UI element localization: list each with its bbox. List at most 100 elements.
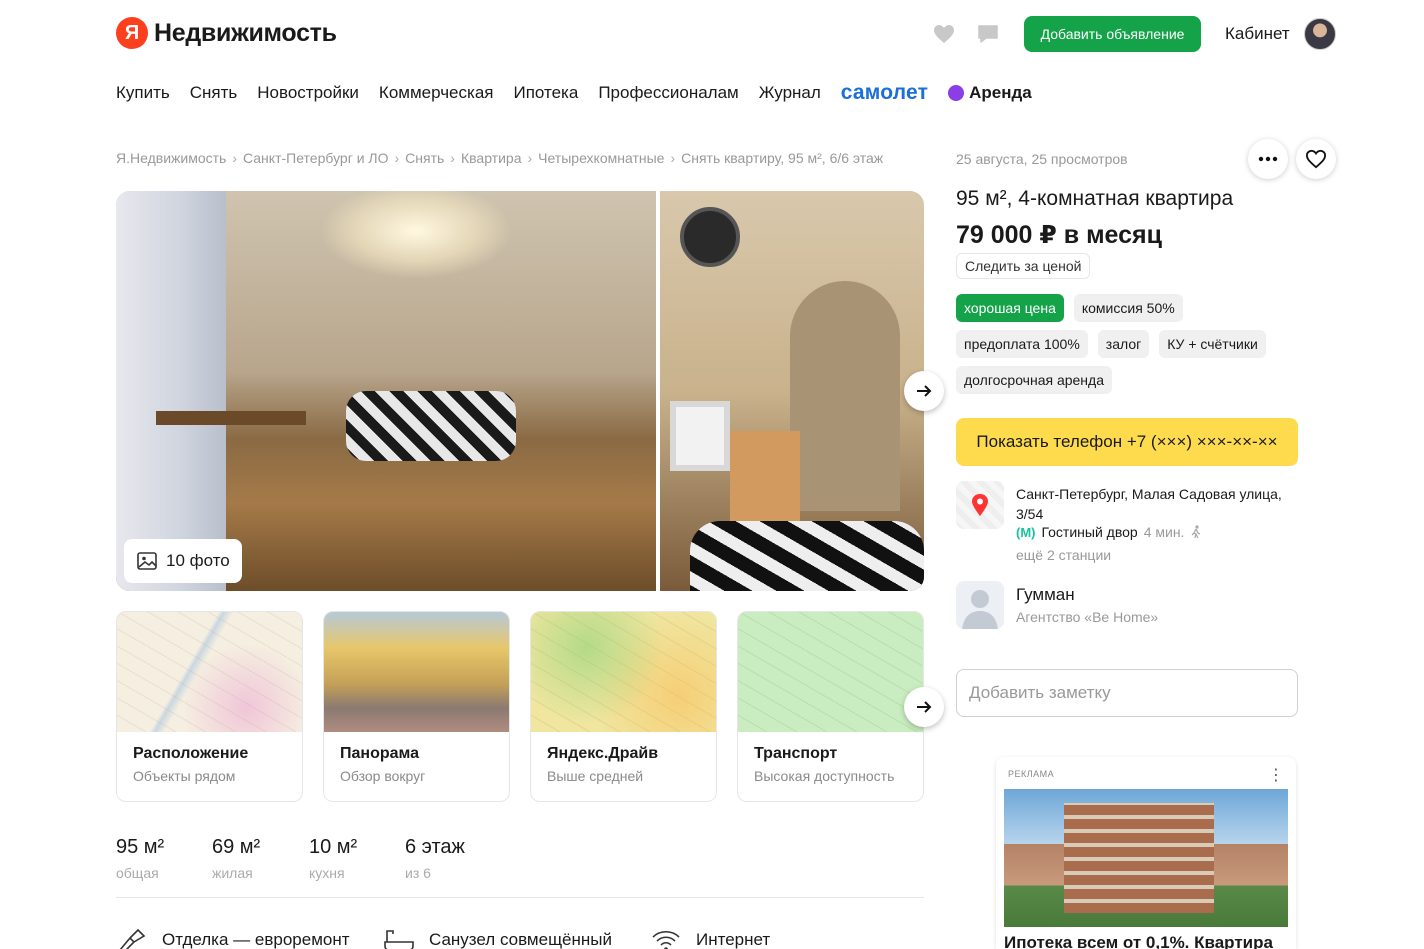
more-options-button[interactable] bbox=[1248, 139, 1288, 179]
tags-list: хорошая цена комиссия 50% предоплата 100… bbox=[956, 294, 1296, 394]
arrow-right-icon bbox=[917, 385, 932, 397]
feature-label: Отделка — евроремонт bbox=[162, 930, 350, 949]
table bbox=[156, 411, 306, 425]
map-thumbnail bbox=[738, 612, 923, 732]
map-thumbnail bbox=[117, 612, 302, 732]
divider bbox=[116, 897, 924, 898]
breadcrumb: Я.Недвижимость › Санкт-Петербург и ЛО › Сн… bbox=[116, 150, 884, 166]
add-note-input[interactable]: Добавить заметку bbox=[956, 669, 1298, 717]
more-dots-icon bbox=[1258, 156, 1278, 162]
heart-icon bbox=[1305, 149, 1327, 169]
spec-total-area: 95 м² общая bbox=[116, 836, 164, 881]
user-avatar[interactable] bbox=[1304, 18, 1336, 50]
photo-count-label: 10 фото bbox=[166, 551, 230, 570]
gallery-next-button[interactable] bbox=[904, 371, 944, 411]
agent-name[interactable]: Гумман bbox=[1016, 585, 1075, 605]
nav-item-journal[interactable]: Журнал bbox=[759, 83, 821, 103]
arch-doorway bbox=[790, 281, 900, 511]
second-photo[interactable] bbox=[660, 191, 924, 591]
sofa bbox=[346, 391, 516, 461]
tag-utilities: КУ + счётчики bbox=[1159, 330, 1266, 358]
add-listing-button[interactable]: Добавить объявление bbox=[1024, 16, 1201, 52]
ad-menu-icon[interactable]: ⋮ bbox=[1268, 765, 1284, 785]
spec-value: 6 этаж bbox=[405, 836, 465, 858]
cabinet-link[interactable]: Кабинет bbox=[1225, 24, 1290, 44]
feature-label: Интернет bbox=[696, 930, 771, 949]
nav-item-mortgage[interactable]: Ипотека bbox=[513, 83, 578, 103]
metro-info: (M) Гостиный двор 4 мин. bbox=[1016, 524, 1202, 540]
nav-item-arenda[interactable]: Аренда bbox=[948, 83, 1032, 103]
spec-label: кухня bbox=[309, 865, 345, 881]
breadcrumb-item[interactable]: Снять bbox=[405, 150, 444, 166]
agent-organization[interactable]: Агентство «Be Home» bbox=[1016, 609, 1158, 625]
logo-text: Недвижимость bbox=[154, 18, 337, 47]
breadcrumb-item[interactable]: Санкт-Петербург и ЛО bbox=[243, 150, 388, 166]
tag-commission: комиссия 50% bbox=[1073, 294, 1183, 322]
metro-station: Гостиный двор bbox=[1041, 524, 1138, 540]
card-subtitle: Объекты рядом bbox=[133, 768, 236, 784]
cards-next-button[interactable] bbox=[904, 687, 944, 727]
favorite-button[interactable] bbox=[1296, 139, 1336, 179]
nav-item-new-buildings[interactable]: Новостройки bbox=[257, 83, 359, 103]
spec-label: жилая bbox=[212, 865, 253, 881]
walking-icon bbox=[1191, 525, 1201, 539]
card-panorama[interactable]: Панорама Обзор вокруг bbox=[323, 611, 510, 802]
card-subtitle: Выше средней bbox=[547, 768, 644, 784]
tag-prepayment: предоплата 100% bbox=[956, 330, 1088, 358]
blanket bbox=[690, 521, 924, 591]
nav-item-samolet[interactable]: самолет bbox=[841, 81, 928, 105]
metro-icon: (M) bbox=[1016, 524, 1036, 540]
card-subtitle: Обзор вокруг bbox=[340, 768, 426, 784]
tag-long-term: долгосрочная аренда bbox=[956, 366, 1112, 394]
main-nav: Купить Снять Новостройки Коммерческая Ип… bbox=[116, 81, 1032, 105]
user-silhouette-icon bbox=[962, 590, 998, 629]
nav-item-rent[interactable]: Снять bbox=[190, 83, 238, 103]
map-thumbnail bbox=[531, 612, 716, 732]
map-pin-icon bbox=[972, 494, 988, 516]
spec-living-area: 69 м² жилая bbox=[212, 836, 260, 881]
follow-price-button[interactable]: Следить за ценой bbox=[956, 253, 1091, 279]
card-title: Расположение bbox=[133, 745, 249, 762]
breadcrumb-item-current: Снять квартиру, 95 м², 6/6 этаж bbox=[681, 150, 884, 166]
listing-meta: 25 августа, 25 просмотров bbox=[956, 151, 1128, 167]
card-subtitle: Высокая доступность bbox=[754, 768, 895, 784]
metro-time: 4 мин. bbox=[1143, 524, 1185, 540]
show-phone-button[interactable]: Показать телефон +7 (×××) ×××-××-×× bbox=[956, 418, 1298, 466]
address-text[interactable]: Санкт-Петербург, Малая Садовая улица, 3/… bbox=[1016, 484, 1296, 524]
logo[interactable]: Я Недвижимость bbox=[116, 17, 337, 49]
card-title: Яндекс.Драйв bbox=[547, 745, 659, 762]
chat-icon[interactable] bbox=[976, 22, 1000, 46]
card-location[interactable]: Расположение Объекты рядом bbox=[116, 611, 303, 802]
breadcrumb-item[interactable]: Квартира bbox=[461, 150, 522, 166]
arenda-label: Аренда bbox=[969, 83, 1032, 102]
favorites-heart-icon[interactable] bbox=[932, 22, 956, 46]
ad-label: РЕКЛАМА bbox=[1008, 769, 1055, 779]
advertisement[interactable]: РЕКЛАМА ⋮ Ипотека всем от 0,1%. Квартира bbox=[996, 757, 1296, 949]
spec-floor: 6 этаж из 6 bbox=[405, 836, 465, 881]
card-transport[interactable]: Транспорт Высокая доступность bbox=[737, 611, 924, 802]
yandex-logo-icon: Я bbox=[116, 17, 148, 49]
spec-label: из 6 bbox=[405, 865, 431, 881]
address-map-thumbnail[interactable] bbox=[956, 481, 1004, 529]
tv bbox=[670, 401, 730, 471]
building-under-construction bbox=[1064, 803, 1214, 913]
nav-item-professionals[interactable]: Профессионалам bbox=[598, 83, 738, 103]
spec-kitchen-area: 10 м² кухня bbox=[309, 836, 357, 881]
nav-item-commercial[interactable]: Коммерческая bbox=[379, 83, 494, 103]
feature-bathroom: Санузел совмещённый bbox=[383, 928, 612, 949]
breadcrumb-item[interactable]: Четырехкомнатные bbox=[538, 150, 664, 166]
photo-count-button[interactable]: 10 фото bbox=[124, 539, 242, 583]
agent-avatar[interactable] bbox=[956, 581, 1004, 629]
spec-label: общая bbox=[116, 865, 159, 881]
window-curtain bbox=[116, 191, 226, 591]
more-stations-link[interactable]: ещё 2 станции bbox=[1016, 547, 1111, 563]
nav-item-buy[interactable]: Купить bbox=[116, 83, 170, 103]
listing-price: 79 000 ₽ в месяц bbox=[956, 221, 1162, 249]
wall-clock bbox=[680, 207, 740, 267]
spec-value: 95 м² bbox=[116, 836, 165, 858]
card-yandex-drive[interactable]: Яндекс.Драйв Выше средней bbox=[530, 611, 717, 802]
wifi-icon bbox=[652, 930, 680, 949]
main-photo[interactable] bbox=[116, 191, 656, 591]
breadcrumb-item[interactable]: Я.Недвижимость bbox=[116, 150, 226, 166]
ad-title: Ипотека всем от 0,1%. Квартира bbox=[1004, 933, 1273, 949]
